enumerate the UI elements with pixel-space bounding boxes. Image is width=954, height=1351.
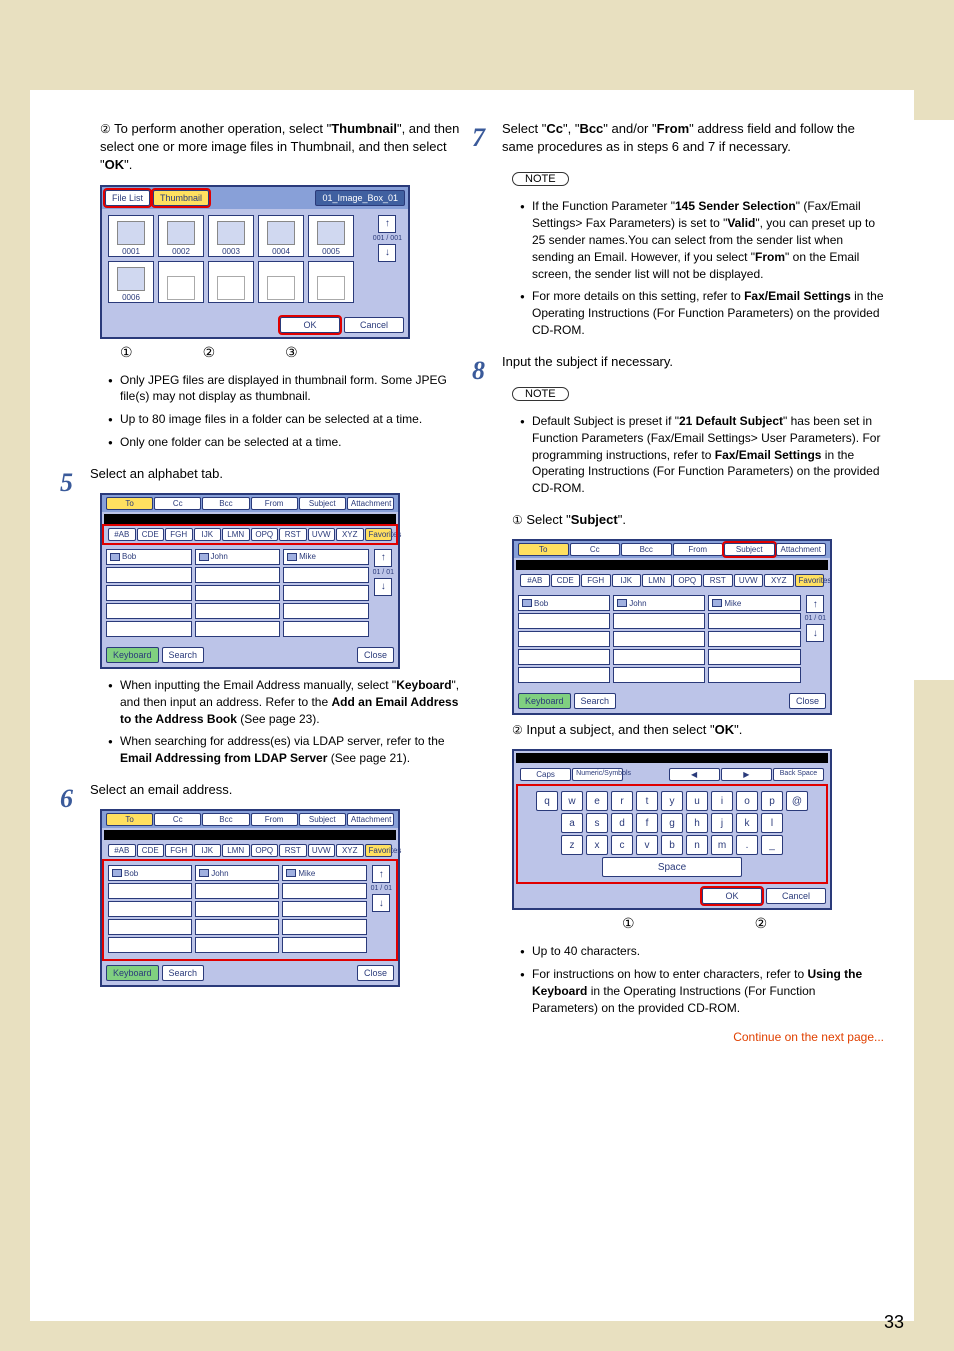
screenshot-alpha-tabs: To Cc Bcc From Subject Attachment #AB CD… [100,493,400,669]
thumb-0005[interactable]: 0005 [308,215,354,257]
from-tab[interactable]: From [251,497,298,510]
note-7-bullets: If the Function Parameter "145 Sender Se… [520,198,884,338]
mail-icon [287,553,297,561]
thumb-0004[interactable]: 0004 [258,215,304,257]
scroll-down-icon[interactable]: ↓ [374,578,392,596]
left-arrow-icon[interactable]: ◀ [669,768,720,781]
ok-button[interactable]: OK [702,888,762,904]
screenshot-select-address: To Cc Bcc From Subject Attachment #AB CD… [100,809,400,987]
bullets-keyboard-ldap: When inputting the Email Address manuall… [108,677,472,767]
thumb-0002[interactable]: 0002 [158,215,204,257]
close-button[interactable]: Close [357,647,394,663]
cc-tab[interactable]: Cc [154,497,201,510]
thumb-0001[interactable]: 0001 [108,215,154,257]
side-tab: Chapter 2 Scan/Email Operations [914,120,954,680]
cancel-button[interactable]: Cancel [344,317,404,333]
subject-tab[interactable]: Subject [724,543,775,556]
note-8-bullets: Default Subject is preset if "21 Default… [520,413,884,497]
folder-label: 01_Image_Box_01 [315,190,405,206]
mail-icon [110,553,120,561]
note-badge: NOTE [512,172,569,186]
numeric-symbols-button[interactable]: Numeric/Symbols [572,768,623,781]
bullets-thumbnail: Only JPEG files are displayed in thumbna… [108,372,472,451]
search-button[interactable]: Search [162,647,205,663]
screenshot-thumbnail: File List Thumbnail 01_Image_Box_01 0001… [100,185,410,339]
continue-text: Continue on the next page... [502,1030,884,1044]
to-tab[interactable]: To [106,497,153,510]
ok-button[interactable]: OK [280,317,340,333]
substep-2: ② To perform another operation, select "… [100,120,472,175]
scroll-up-icon[interactable]: ↑ [378,215,396,233]
thumb-0003[interactable]: 0003 [208,215,254,257]
backspace-button[interactable]: Back Space [773,768,824,781]
step-6: 6 Select an email address. [90,781,472,799]
note-badge: NOTE [512,387,569,401]
page-number: 33 [884,1312,904,1333]
file-list-button[interactable]: File List [105,190,150,206]
scroll-down-icon[interactable]: ↓ [378,244,396,262]
step-5: 5 Select an alphabet tab. [90,465,472,483]
step-8: 8 Input the subject if necessary. [502,353,884,371]
callout-row-2: ① ② [622,916,884,933]
left-column: ② To perform another operation, select "… [90,120,472,1301]
thumb-0006[interactable]: 0006 [108,261,154,303]
right-column: 7 Select "Cc", "Bcc" and/or "From" addre… [502,120,884,1301]
screenshot-keyboard: Caps Numeric/Symbols ◀ ▶ Back Space qwer… [512,749,832,910]
callout-row-1: ① ② ③ [120,345,472,362]
bcc-tab[interactable]: Bcc [202,497,249,510]
caps-button[interactable]: Caps [520,768,571,781]
scroll-up-icon[interactable]: ↑ [374,549,392,567]
attachment-tab[interactable]: Attachment [347,497,394,510]
thumbnail-button[interactable]: Thumbnail [153,190,209,206]
subject-tab[interactable]: Subject [299,497,346,510]
header-bar [0,0,954,90]
bullets-keyboard-info: Up to 40 characters. For instructions on… [520,943,884,1016]
cancel-button[interactable]: Cancel [766,888,826,904]
right-arrow-icon[interactable]: ▶ [721,768,772,781]
space-key[interactable]: Space [602,857,742,877]
substep-subject-2: ② Input a subject, and then select "OK". [512,721,884,739]
mail-icon [199,553,209,561]
keyboard-button[interactable]: Keyboard [106,647,159,663]
screenshot-subject-tab: To Cc Bcc From Subject Attachment #AB CD… [512,539,832,715]
substep-subject-1: ① Select "Subject". [512,511,884,529]
page-content: ② To perform another operation, select "… [30,90,914,1321]
step-7: 7 Select "Cc", "Bcc" and/or "From" addre… [502,120,884,156]
